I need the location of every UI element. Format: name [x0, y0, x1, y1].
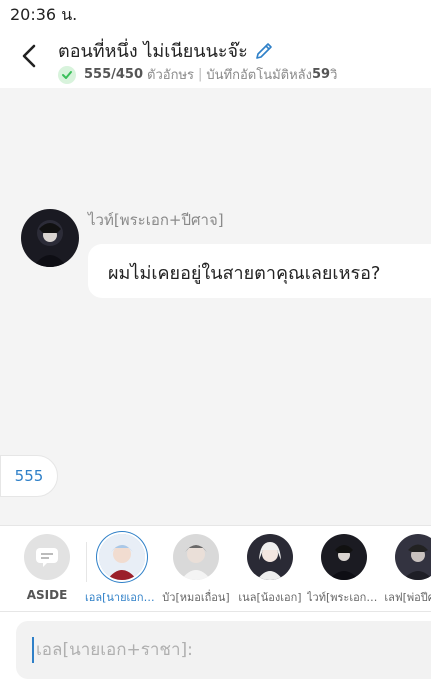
character-bar: ASIDE เอล[นายเอก+ราชา] บัว[หมอเถื่อน]: [0, 525, 431, 612]
chat-area: ไวท์[พระเอก+ปีศาจ] ผมไม่เคยอยู่ในสายตาคุ…: [0, 88, 431, 525]
message-bubble[interactable]: ผมไม่เคยอยู่ในสายตาคุณเลยเหรอ?: [88, 244, 431, 298]
separator: |: [198, 67, 203, 82]
check-icon: [58, 65, 76, 84]
character-avatar: [99, 534, 145, 580]
subtitle-row: 555/450 ตัวอักษร | บันทึกอัตโนมัติหลัง 5…: [58, 64, 337, 85]
input-area: [0, 612, 431, 690]
autosave-unit: วิ: [330, 68, 338, 83]
character-label: บัว[หมอเถื่อน]: [162, 591, 230, 604]
char-count-label: ตัวอักษร: [147, 68, 195, 83]
character-el[interactable]: เอล[นายเอก+ราชา]: [85, 534, 159, 606]
character-label: เอล[นายเอก+ราชา]: [85, 591, 159, 604]
character-avatar: [173, 534, 219, 580]
message-input[interactable]: [36, 621, 426, 679]
pencil-icon[interactable]: [254, 41, 274, 61]
text-caret: [32, 637, 34, 663]
character-label: ASIDE: [26, 588, 68, 602]
character-label: ไวท์[พระเอก+ปีศาจ]: [307, 591, 381, 604]
aside-bubble[interactable]: 555: [0, 455, 58, 497]
character-avatar: [247, 534, 293, 580]
autosave-seconds: 59: [312, 67, 331, 82]
character-label: เลฟ[พ่อปีศาจ]: [384, 591, 431, 604]
autosave-label: บันทึกอัตโนมัติหลัง: [206, 68, 312, 83]
character-aside[interactable]: ASIDE: [10, 534, 84, 602]
speaker-name: ไวท์[พระเอก+ปีศาจ]: [88, 211, 224, 229]
character-label: เนล[น้องเอก]: [238, 591, 302, 604]
message-icon: [24, 534, 70, 580]
character-nel[interactable]: เนล[น้องเอก]: [233, 534, 307, 606]
back-arrow-icon[interactable]: [16, 42, 44, 70]
character-avatar: [321, 534, 367, 580]
message-input-box[interactable]: [16, 621, 431, 679]
character-white[interactable]: ไวท์[พระเอก+ปีศาจ]: [307, 534, 381, 606]
character-avatar: [395, 534, 431, 580]
episode-title[interactable]: ตอนที่หนึ่ง ไม่เนียนนะจ๊ะ: [58, 36, 248, 65]
status-time: 20:36 น.: [10, 5, 78, 24]
character-lef[interactable]: เลฟ[พ่อปีศาจ]: [381, 534, 431, 606]
character-bua[interactable]: บัว[หมอเถื่อน]: [159, 534, 233, 606]
header: ตอนที่หนึ่ง ไม่เนียนนะจ๊ะ 555/450 ตัวอัก…: [0, 28, 431, 88]
status-bar: 20:36 น.: [0, 0, 431, 28]
char-count: 555/450: [84, 67, 144, 82]
title-row: ตอนที่หนึ่ง ไม่เนียนนะจ๊ะ: [58, 36, 274, 65]
speaker-avatar[interactable]: [21, 209, 79, 267]
